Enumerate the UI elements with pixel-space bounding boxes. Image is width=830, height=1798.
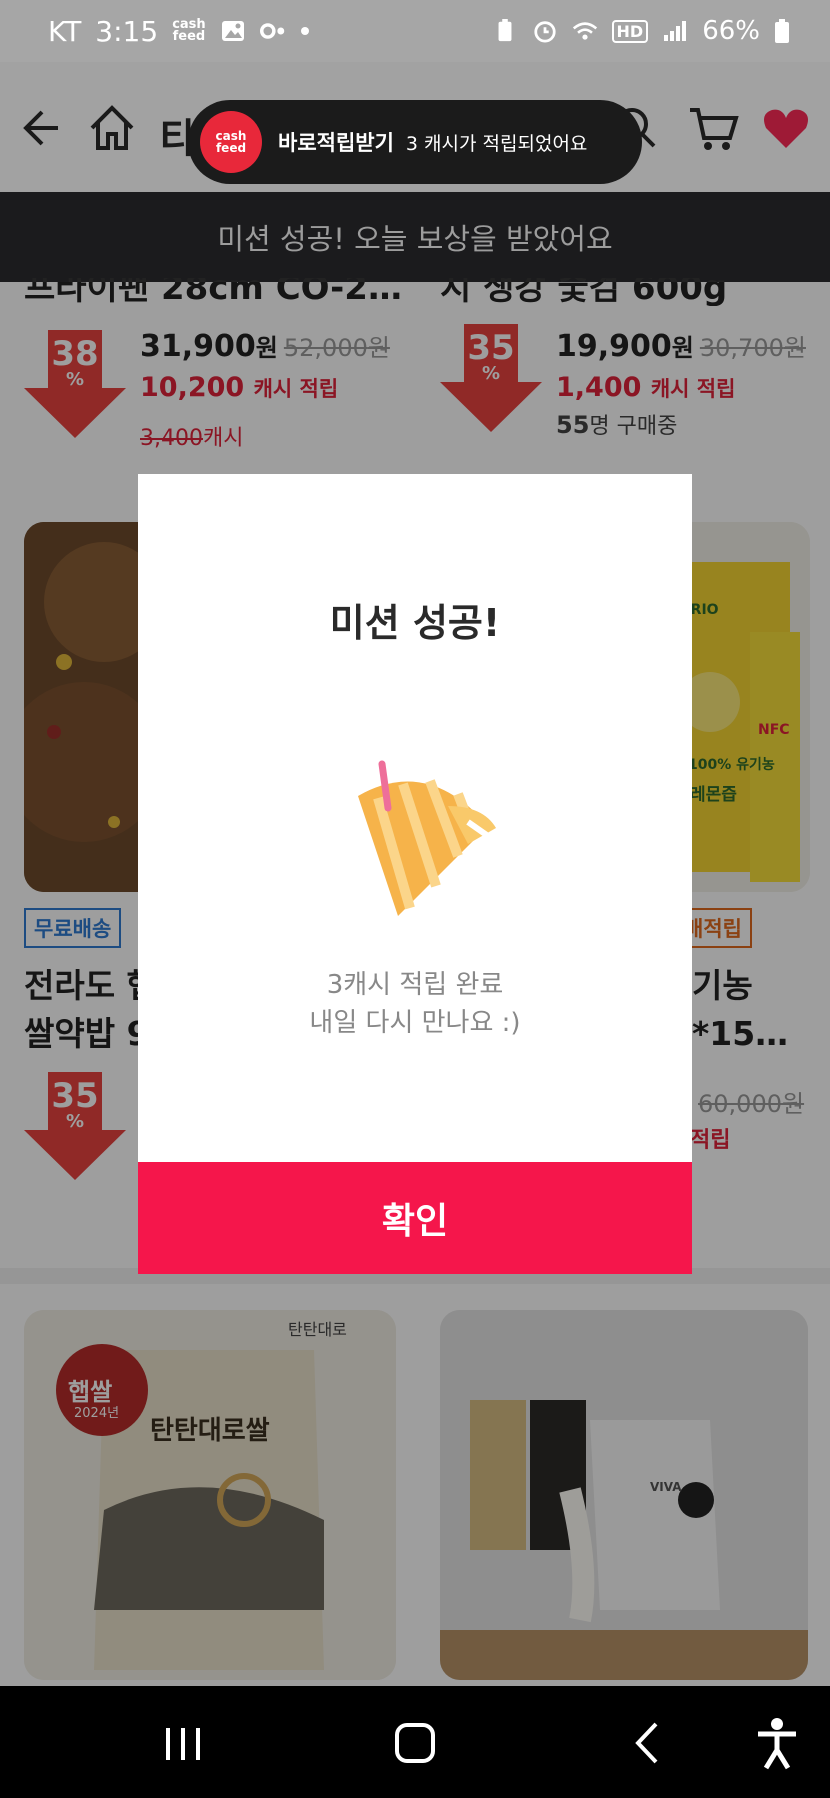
cashfeed-mini-bottom: feed [172,29,206,44]
recent-apps-icon[interactable] [148,1708,218,1778]
link-icon [259,23,284,39]
home-icon[interactable] [84,100,140,156]
toast-message: 3 캐시가 적립되었어요 [405,132,588,155]
alarm-icon [533,21,556,43]
confirm-button[interactable]: 확인 [138,1162,692,1274]
wifi-icon [572,22,597,40]
carrier: KT [48,14,82,48]
back-nav-icon[interactable] [614,1708,684,1778]
cashfeed-logo: cash feed [200,111,262,173]
dialog-message: 3캐시 적립 완료 내일 다시 만나요 :) [138,966,692,1042]
heart-icon[interactable] [758,100,814,156]
hd-badge: HD [611,19,649,43]
accessibility-icon[interactable] [742,1708,812,1778]
system-navigation-bar [0,1686,830,1798]
dialog-title: 미션 성공! [329,601,501,645]
battery-saver-icon [498,19,511,42]
cashfeed-notification-icon: cash feed [172,18,206,44]
toast-title: 바로적립받기 [278,131,394,155]
toast-logo-bottom: feed [215,141,247,155]
dialog-message-line2: 내일 다시 만나요 :) [309,1008,521,1038]
cart-icon[interactable] [686,100,742,156]
cashfeed-toast[interactable]: cash feed 바로적립받기 3 캐시가 적립되었어요 [188,100,642,184]
home-nav-icon[interactable] [380,1708,450,1778]
gallery-icon [221,21,244,41]
status-bar: KT 3:15 cash feed HD 66% [0,0,830,62]
battery-icon [775,19,789,43]
dialog-message-line1: 3캐시 적립 완료 [326,970,504,1000]
party-popper-icon [358,760,496,916]
clock: 3:15 [95,14,159,48]
mission-success-banner: 미션 성공! 오늘 보상을 받았어요 [0,192,830,282]
back-arrow-icon[interactable] [16,100,72,156]
signal-icon [664,21,687,41]
battery-percent: 66% [702,16,760,46]
mission-success-dialog: 미션 성공! 3캐시 적립 완료 내일 다시 만나요 :) 확인 [138,474,692,1274]
dot-icon [300,27,309,35]
